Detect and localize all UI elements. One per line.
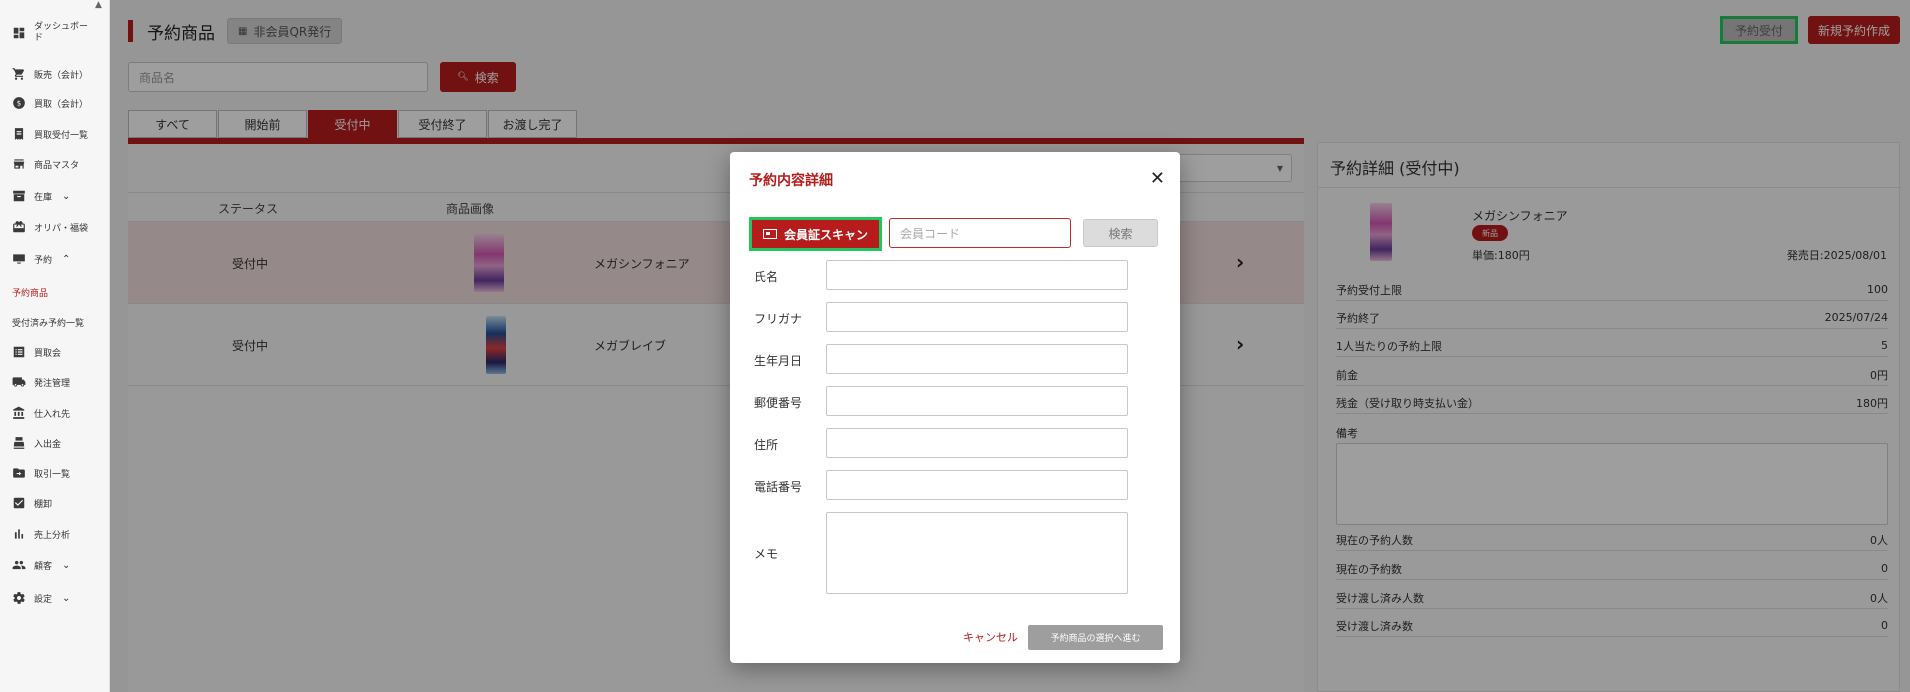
chevron-down-icon: ⌄ xyxy=(62,592,71,604)
postal-code-label: 郵便番号 xyxy=(754,396,803,410)
gear-icon xyxy=(12,591,26,605)
monitor-icon xyxy=(12,252,26,266)
sidebar-item-cash[interactable]: 入出金 xyxy=(12,432,61,454)
sidebar-item-transactions[interactable]: 取引一覧 xyxy=(12,462,70,484)
name-field[interactable] xyxy=(826,260,1128,290)
people-icon xyxy=(12,558,26,572)
close-icon[interactable]: ✕ xyxy=(1150,168,1165,189)
scroll-up-icon[interactable]: ▲ xyxy=(95,0,102,10)
sidebar-sub-accepted-reservations[interactable]: 受付済み予約一覧 xyxy=(12,316,84,329)
bank-icon xyxy=(12,406,26,420)
list-icon xyxy=(12,345,26,359)
register-icon xyxy=(12,436,26,450)
sidebar-item-inventory[interactable]: 在庫 ⌄ xyxy=(12,185,70,207)
sidebar: ▲ ダッシュボード 販売（会計） $ 買取（会計） 買取受付一覧 商品マスタ 在… xyxy=(0,0,110,692)
cart-icon xyxy=(12,67,26,81)
sidebar-item-stocktake[interactable]: 棚卸 xyxy=(12,492,52,514)
sidebar-item-sales-analysis[interactable]: 売上分析 xyxy=(12,523,70,545)
memo-label: メモ xyxy=(754,547,779,561)
receipt-icon xyxy=(12,127,26,141)
phone-label: 電話番号 xyxy=(754,480,803,494)
scan-highlight: 会員証スキャン xyxy=(749,217,882,251)
reservation-detail-modal: 予約内容詳細 ✕ 会員証スキャン 会員コード 検索 氏名 フリガナ 生年月日 郵… xyxy=(730,152,1180,663)
sidebar-sub-reserved-products[interactable]: 予約商品 xyxy=(12,286,48,299)
sidebar-item-orders[interactable]: 発注管理 xyxy=(12,371,70,393)
furigana-label: フリガナ xyxy=(754,312,803,326)
sidebar-item-suppliers[interactable]: 仕入れ先 xyxy=(12,402,70,424)
phone-field[interactable] xyxy=(826,470,1128,500)
member-search-button[interactable]: 検索 xyxy=(1083,219,1158,247)
sidebar-item-dashboard[interactable]: ダッシュボード xyxy=(12,22,90,44)
sidebar-item-purchase-event[interactable]: 買取会 xyxy=(12,341,61,363)
member-code-input[interactable]: 会員コード xyxy=(889,218,1071,248)
sidebar-item-purchase[interactable]: $ 買取（会計） xyxy=(12,92,88,114)
memo-textarea[interactable] xyxy=(826,512,1128,594)
store-icon xyxy=(12,157,26,171)
sidebar-item-customers[interactable]: 顧客 ⌄ xyxy=(12,554,70,576)
gift-icon xyxy=(12,220,26,234)
bar-chart-icon xyxy=(12,527,26,541)
modal-title: 予約内容詳細 xyxy=(749,173,833,189)
chevron-up-icon: ⌃ xyxy=(62,253,71,265)
folder-icon xyxy=(12,466,26,480)
dashboard-icon xyxy=(12,26,26,40)
sidebar-item-product-master[interactable]: 商品マスタ xyxy=(12,153,79,175)
furigana-field[interactable] xyxy=(826,302,1128,332)
address-field[interactable] xyxy=(826,428,1128,458)
chevron-down-icon: ⌄ xyxy=(62,190,71,202)
truck-icon xyxy=(12,375,26,389)
proceed-to-product-selection-button[interactable]: 予約商品の選択へ進む xyxy=(1028,625,1163,650)
sidebar-item-settings[interactable]: 設定 ⌄ xyxy=(12,587,70,609)
dollar-icon: $ xyxy=(12,96,26,110)
sidebar-item-purchase-list[interactable]: 買取受付一覧 xyxy=(12,123,88,145)
id-card-icon xyxy=(762,229,777,239)
sidebar-item-reservation[interactable]: 予約 ⌃ xyxy=(12,248,70,270)
member-card-scan-button[interactable]: 会員証スキャン xyxy=(752,220,879,248)
cancel-button[interactable]: キャンセル xyxy=(963,629,1018,645)
checkbox-icon xyxy=(12,496,26,510)
address-label: 住所 xyxy=(754,438,779,452)
sidebar-item-oripa[interactable]: オリパ・福袋 xyxy=(12,216,88,238)
birthdate-field[interactable] xyxy=(826,344,1128,374)
svg-text:$: $ xyxy=(17,100,21,108)
postal-code-field[interactable] xyxy=(826,386,1128,416)
inventory-icon xyxy=(12,189,26,203)
name-label: 氏名 xyxy=(754,270,779,284)
chevron-down-icon: ⌄ xyxy=(62,559,71,571)
birthdate-label: 生年月日 xyxy=(754,354,803,368)
sidebar-item-sales[interactable]: 販売（会計） xyxy=(12,63,88,85)
